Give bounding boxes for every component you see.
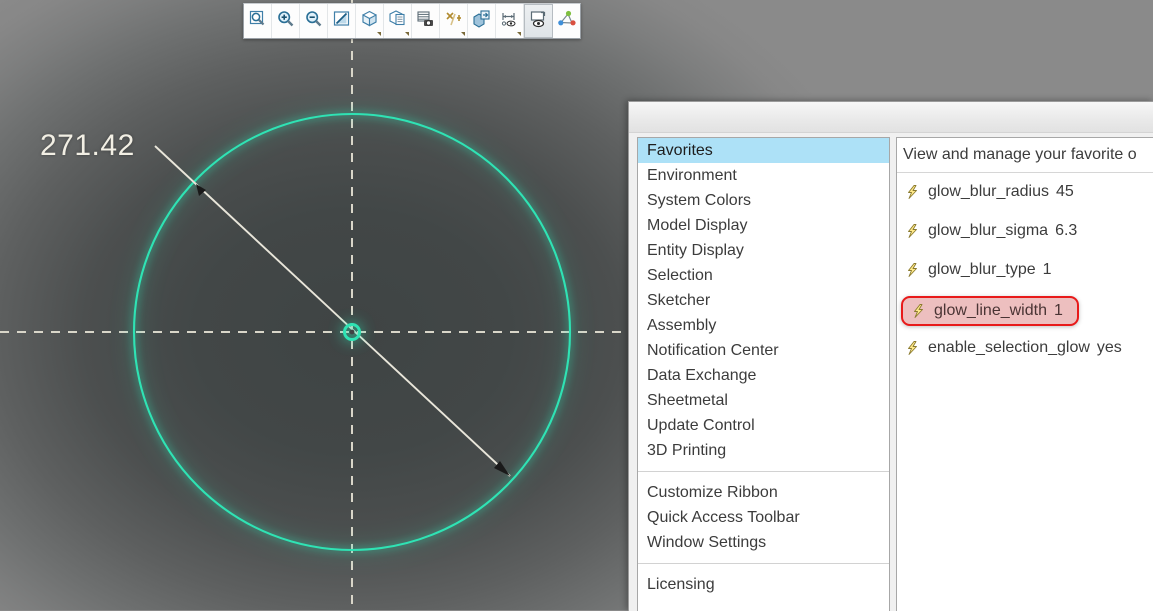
sidebar-item-sketcher[interactable]: Sketcher [638, 288, 889, 313]
appearance-icon [472, 9, 492, 34]
nav-group: Licensing [638, 572, 889, 597]
view-manager-icon [416, 9, 436, 34]
center-point-ring[interactable] [343, 323, 361, 341]
setting-row-glow-blur-radius[interactable]: glow_blur_radius 45 [897, 179, 1153, 205]
sidebar-item-system-colors[interactable]: System Colors [638, 188, 889, 213]
sidebar-item-assembly[interactable]: Assembly [638, 313, 889, 338]
center-point-core [349, 329, 355, 335]
sidebar-item-quick-access-toolbar[interactable]: Quick Access Toolbar [638, 505, 889, 530]
setting-row-glow-blur-sigma[interactable]: glow_blur_sigma 6.3 [897, 218, 1153, 244]
setting-value[interactable]: yes [1097, 339, 1122, 357]
circle-edge[interactable] [132, 112, 572, 552]
options-dialog: Favorites Environment System Colors Model D… [628, 101, 1153, 611]
repaint-icon [332, 9, 352, 34]
sidebar-item-environment[interactable]: Environment [638, 163, 889, 188]
sidebar-item-customize-ribbon[interactable]: Customize Ribbon [638, 480, 889, 505]
sidebar-item-licensing[interactable]: Licensing [638, 572, 889, 597]
dropdown-caret-icon[interactable] [405, 32, 409, 36]
zoom-to-fit-icon [248, 9, 268, 34]
setting-row-enable-selection-glow[interactable]: enable_selection_glow yes [897, 335, 1153, 361]
toolbar-button-point-display[interactable] [553, 4, 580, 38]
setting-name: glow_line_width [934, 302, 1047, 319]
setting-row-glow-line-width[interactable]: glow_line_width 1 [901, 296, 1079, 326]
plane-display-icon [529, 9, 549, 34]
datum-display-icon [444, 9, 464, 34]
dimension-value-label[interactable]: 271.42 [40, 129, 135, 163]
toolbar-button-display-style[interactable] [356, 4, 384, 38]
toolbar-button-zoom-in[interactable] [272, 4, 300, 38]
sidebar-item-notification-center[interactable]: Notification Center [638, 338, 889, 363]
dimension-leader-line [154, 145, 511, 477]
lightning-bolt-icon [911, 303, 927, 319]
saved-views-icon [388, 9, 408, 34]
setting-value[interactable]: 1 [1054, 302, 1063, 320]
sidebar-item-selection[interactable]: Selection [638, 263, 889, 288]
toolbar-button-zoom-out[interactable] [300, 4, 328, 38]
sidebar-item-favorites[interactable]: Favorites [638, 138, 889, 163]
lightning-bolt-icon [905, 184, 921, 200]
sidebar-item-update-control[interactable]: Update Control [638, 413, 889, 438]
vertical-construction-axis [351, 0, 353, 610]
setting-value[interactable]: 1 [1043, 261, 1052, 279]
setting-name: glow_blur_radius [928, 183, 1049, 200]
options-category-list[interactable]: Favorites Environment System Colors Model D… [637, 137, 890, 611]
circle-inner-glow [131, 111, 573, 553]
content-pane-title: View and manage your favorite o [903, 146, 1137, 163]
circle-outer-glow [129, 109, 575, 555]
nav-group: Favorites Environment System Colors Model D… [638, 138, 889, 463]
toolbar-button-plane-display[interactable] [524, 4, 553, 38]
view-display-toolbar[interactable] [243, 3, 581, 39]
setting-name: glow_blur_sigma [928, 222, 1049, 239]
toolbar-button-view-manager[interactable] [412, 4, 440, 38]
setting-value[interactable]: 45 [1056, 183, 1074, 201]
sidebar-item-data-exchange[interactable]: Data Exchange [638, 363, 889, 388]
sidebar-item-entity-display[interactable]: Entity Display [638, 238, 889, 263]
options-content-pane: View and manage your favorite o glow_blu… [896, 137, 1153, 611]
toolbar-button-saved-views[interactable] [384, 4, 412, 38]
sidebar-item-window-settings[interactable]: Window Settings [638, 530, 889, 555]
setting-name: enable_selection_glow [928, 339, 1090, 356]
dropdown-caret-icon[interactable] [517, 32, 521, 36]
sidebar-item-sheetmetal[interactable]: Sheetmetal [638, 388, 889, 413]
toolbar-button-zoom-to-fit[interactable] [244, 4, 272, 38]
annotation-display-icon [500, 9, 520, 34]
lightning-bolt-icon [905, 340, 921, 356]
toolbar-button-datum-display[interactable] [440, 4, 468, 38]
setting-name: glow_blur_type [928, 261, 1036, 278]
sidebar-item-3d-printing[interactable]: 3D Printing [638, 438, 889, 463]
dialog-header-bar [629, 102, 1153, 133]
point-display-icon [557, 9, 577, 34]
nav-group: Customize Ribbon Quick Access Toolbar Wind… [638, 480, 889, 555]
dimension-arrowhead-end [494, 461, 510, 476]
nav-separator [638, 563, 889, 564]
zoom-out-icon [304, 9, 324, 34]
sidebar-item-model-display[interactable]: Model Display [638, 213, 889, 238]
display-style-icon [360, 9, 380, 34]
dropdown-caret-icon[interactable] [377, 32, 381, 36]
zoom-in-icon [276, 9, 296, 34]
toolbar-button-annotation-display[interactable] [496, 4, 524, 38]
setting-row-glow-blur-type[interactable]: glow_blur_type 1 [897, 257, 1153, 283]
nav-separator [638, 471, 889, 472]
dimension-arrowhead-start [196, 184, 206, 196]
center-point-glow [342, 322, 362, 342]
favorite-options-list[interactable]: glow_blur_radius 45 glow_blur_sigma 6.3 glow… [897, 172, 1153, 611]
toolbar-button-appearance[interactable] [468, 4, 496, 38]
lightning-bolt-icon [905, 223, 921, 239]
toolbar-button-repaint[interactable] [328, 4, 356, 38]
lightning-bolt-icon [905, 262, 921, 278]
dropdown-caret-icon[interactable] [461, 32, 465, 36]
setting-value[interactable]: 6.3 [1055, 222, 1077, 240]
